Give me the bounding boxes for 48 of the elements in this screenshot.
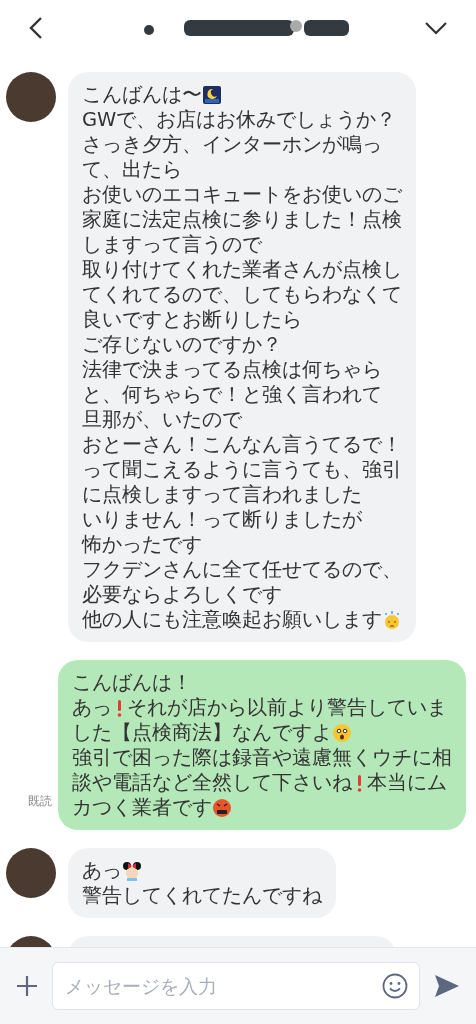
night-moon-icon [202, 84, 222, 105]
angry-face-icon [212, 797, 232, 818]
message-text: あっ [72, 695, 112, 720]
message-text: さっき夕方、インターホンが鳴っ [82, 132, 382, 157]
exclamation-icon [115, 697, 124, 718]
send-icon[interactable] [434, 974, 460, 998]
message-text: に点検しますって言われました [82, 482, 362, 507]
message-text: と、何ちゃらで！と強く言われて [82, 382, 382, 407]
message-text: 談や電話など全然して下さいね [72, 770, 352, 795]
smiley-icon[interactable] [382, 973, 408, 999]
message-text: こんばんは！ [72, 670, 192, 695]
message-text: 警告してくれてたんですね [82, 883, 322, 908]
message-text: お使いのエコキュートをお使いのご [82, 182, 402, 207]
message-text: 本当にム [367, 770, 447, 795]
message-text: て、出たら [82, 157, 182, 182]
message-text: 家庭に法定点検に参りました！点検 [82, 207, 402, 232]
astonished-face-icon [332, 722, 352, 743]
message-text: 他の人にも注意喚起お願いします [82, 607, 382, 632]
message-text: 取り付けてくれた業者さんが点検し [82, 257, 402, 282]
message-text: カつく業者です [72, 795, 212, 820]
plus-icon[interactable] [16, 975, 38, 997]
message-text: フクデンさんに全て任せてるので、 [82, 557, 402, 582]
message-text: あっ [82, 858, 122, 883]
message-text: した【点検商法】なんですよ [72, 720, 332, 745]
message-text: 怖かったです [82, 532, 202, 557]
avatar[interactable] [6, 848, 56, 898]
message-text: 法律で決まってる点検は何ちゃら [82, 357, 382, 382]
mouse-character-icon [122, 860, 142, 881]
avatar[interactable] [6, 72, 56, 122]
message-text: GWで、お店はお休みでしょうか？ [82, 107, 397, 132]
message-text: 旦那が、いたので [82, 407, 242, 432]
exclamation-icon [355, 772, 364, 793]
chevron-down-icon[interactable] [424, 21, 448, 35]
message-input[interactable]: メッセージを入力 [52, 962, 420, 1010]
message-text: 必要ならよろしくです [82, 582, 282, 607]
back-icon[interactable] [28, 16, 44, 40]
message-text: てくれてるので、してもらわなくて [82, 282, 402, 307]
message-text: って聞こえるように言うても、強引 [82, 457, 402, 482]
message-text: 強引で困った際は録音や遠慮無くウチに相 [72, 745, 452, 770]
message-text: おとーさん！こんなん言うてるで！ [82, 432, 402, 457]
message-text: それが店から以前より警告していま [127, 695, 447, 720]
message-text: こんばんは〜 [82, 82, 202, 107]
message-text: いりません！って断りましたが [82, 507, 362, 532]
sweating-face-icon [382, 609, 402, 630]
read-receipt: 既読 [28, 793, 52, 810]
message-text: しますって言うので [82, 232, 262, 257]
message-text: 良いですとお断りしたら [82, 307, 302, 332]
message-text: ご存じないのですか？ [82, 332, 282, 357]
